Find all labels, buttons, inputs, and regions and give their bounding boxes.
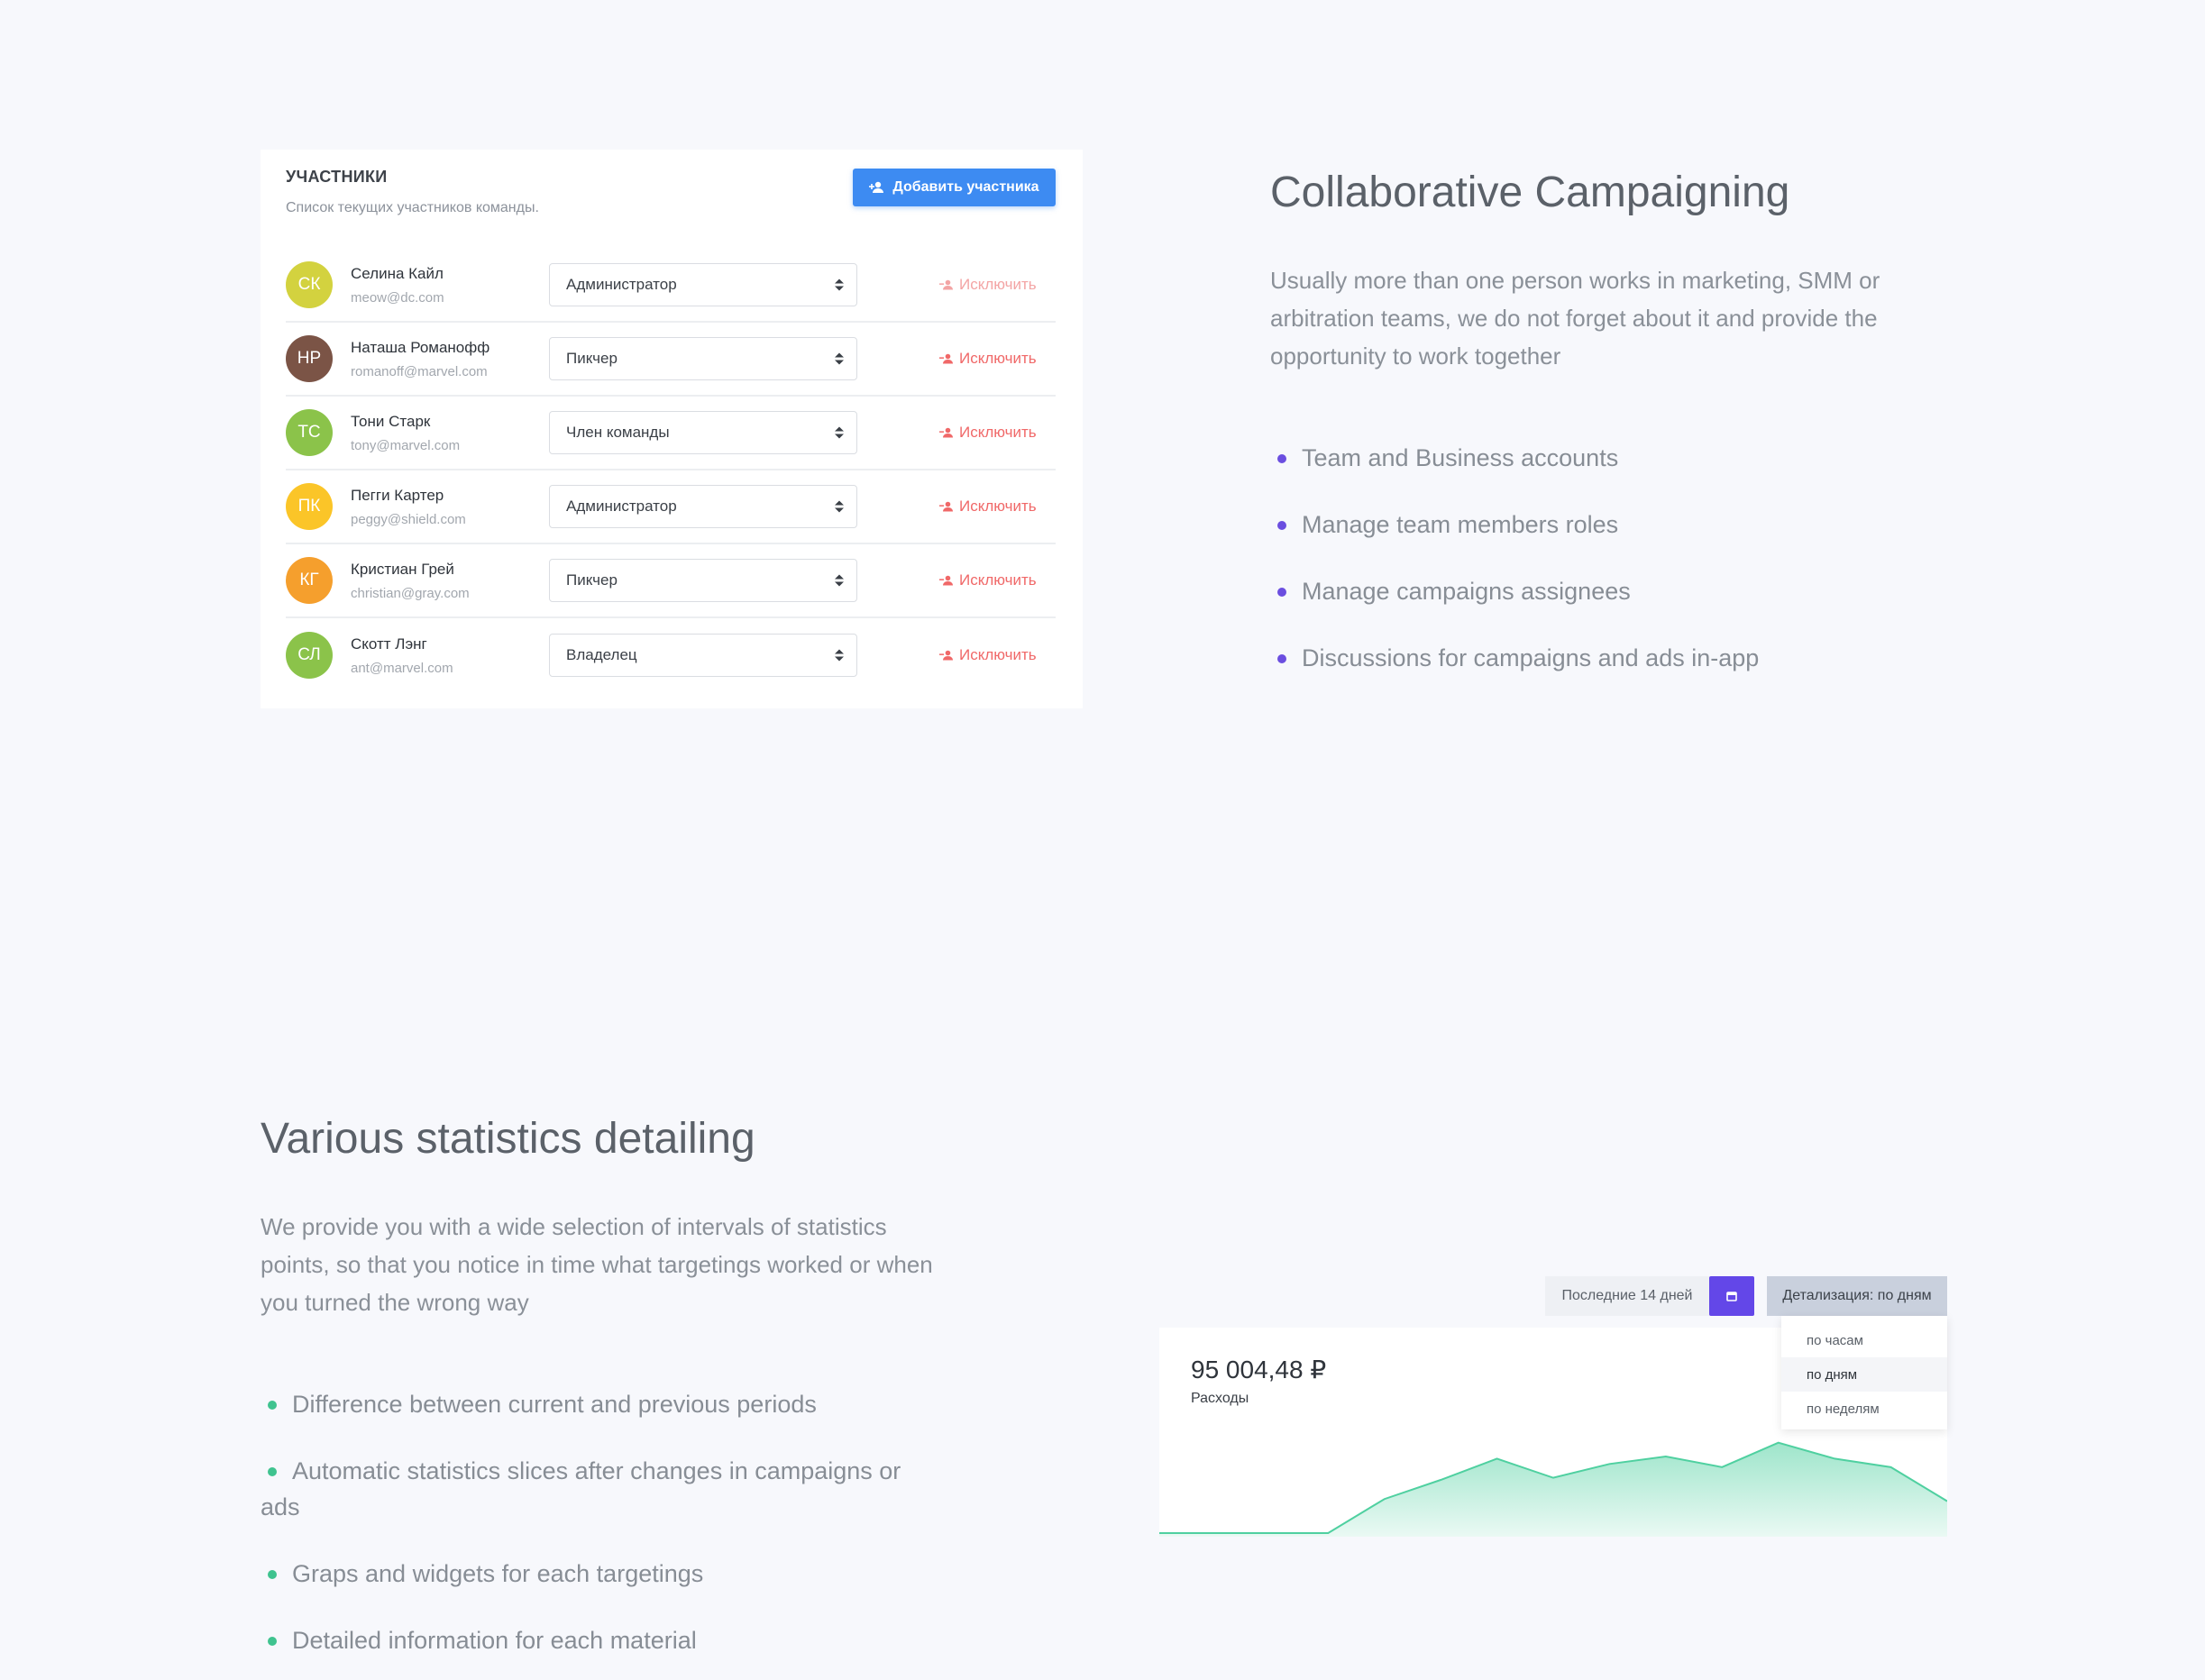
member-name: Кристиан Грей [351,560,454,578]
avatar: СК [286,261,333,308]
role-select-value: Пикчер [566,350,618,367]
member-email: meow@dc.com [351,289,444,306]
role-select[interactable]: Пикчер [549,559,857,602]
spend-caption: Расходы [1191,1391,1249,1406]
remove-member-label: Исключить [959,498,1037,515]
member-name: Селина Кайл [351,264,444,282]
member-row: ТС Тони Старк tony@marvel.com Член коман… [286,397,1056,470]
stats-title: Various statistics detailing [261,1115,755,1163]
member-info: Наташа Романофф romanoff@marvel.com [351,339,549,379]
members-title: УЧАСТНИКИ [286,168,388,186]
member-row: ПК Пегги Картер peggy@shield.com Админис… [286,470,1056,544]
member-info: Тони Старк tony@marvel.com [351,413,549,453]
member-name: Скотт Лэнг [351,635,427,653]
role-select[interactable]: Пикчер [549,337,857,380]
collab-feature-item: Team and Business accounts [1270,440,1955,476]
calendar-icon [1726,1292,1737,1301]
member-email: christian@gray.com [351,585,470,601]
role-select-value: Администратор [566,276,677,293]
role-select[interactable]: Администратор [549,263,857,306]
members-subtitle: Список текущих участников команды. [286,200,539,215]
spend-value: 95 004,48 ₽ [1191,1356,1327,1383]
role-select-value: Администратор [566,498,677,515]
member-row: КГ Кристиан Грей christian@gray.com Пикч… [286,544,1056,618]
stats-feature-item: Automatic statistics slices after change… [261,1453,946,1525]
remove-user-icon [939,427,953,438]
avatar: НР [286,335,333,382]
member-name: Наташа Романофф [351,338,490,356]
role-select-value: Член команды [566,424,670,441]
remove-member-button[interactable]: Исключить [939,276,1037,294]
detail-dropdown-menu: по часам по дням по неделям [1781,1316,1947,1429]
stats-feature-item: Detailed information for each material [261,1622,946,1658]
calendar-button[interactable] [1709,1276,1754,1316]
role-select[interactable]: Член команды [549,411,857,454]
member-name: Пегги Картер [351,486,444,504]
select-arrows-icon [835,352,844,365]
member-row: СЛ Скотт Лэнг ant@marvel.com Владелец Ис… [286,618,1056,692]
members-list: СК Селина Кайл meow@dc.com Администратор… [286,249,1056,692]
remove-member-button[interactable]: Исключить [939,498,1037,516]
remove-user-icon [939,279,953,290]
role-select[interactable]: Администратор [549,485,857,528]
collab-description: Usually more than one person works in ma… [1270,267,1880,370]
member-email: peggy@shield.com [351,511,466,527]
member-name: Тони Старк [351,412,431,430]
add-user-icon [869,181,884,193]
dropdown-option-weeks[interactable]: по неделям [1781,1392,1947,1426]
dropdown-option-days[interactable]: по дням [1781,1357,1947,1392]
member-info: Пегги Картер peggy@shield.com [351,487,549,527]
add-member-label: Добавить участника [892,179,1039,195]
member-info: Селина Кайл meow@dc.com [351,265,549,306]
remove-user-icon [939,575,953,586]
stats-feature-list: Difference between current and previous … [261,1386,946,1680]
remove-member-button[interactable]: Исключить [939,646,1037,664]
collab-feature-item: Discussions for campaigns and ads in-app [1270,640,1955,676]
remove-member-button[interactable]: Исключить [939,424,1037,442]
stats-description: We provide you with a wide selection of … [261,1213,933,1316]
stats-feature-item: Graps and widgets for each targetings [261,1556,946,1592]
remove-user-icon [939,353,953,364]
remove-member-label: Исключить [959,571,1037,589]
period-picker[interactable]: Последние 14 дней [1545,1276,1709,1316]
member-info: Кристиан Грей christian@gray.com [351,561,549,601]
remove-user-icon [939,650,953,661]
collab-feature-list: Team and Business accounts Manage team m… [1270,440,1955,707]
add-member-button[interactable]: Добавить участника [853,169,1056,206]
select-arrows-icon [835,426,844,439]
collab-feature-item: Manage campaigns assignees [1270,573,1955,609]
member-email: tony@marvel.com [351,437,461,453]
avatar: ПК [286,483,333,530]
avatar: КГ [286,557,333,604]
member-email: romanoff@marvel.com [351,363,488,379]
role-select-value: Пикчер [566,571,618,589]
collab-title: Collaborative Campaigning [1270,169,1790,216]
remove-member-label: Исключить [959,646,1037,663]
select-arrows-icon [835,649,844,662]
detail-dropdown-button[interactable]: Детализация: по дням [1767,1276,1947,1316]
avatar: ТС [286,409,333,456]
dropdown-option-hours[interactable]: по часам [1781,1323,1947,1357]
collab-feature-item: Manage team members roles [1270,507,1955,543]
member-email: ant@marvel.com [351,660,453,676]
select-arrows-icon [835,500,844,513]
role-select[interactable]: Владелец [549,634,857,677]
member-row: НР Наташа Романофф romanoff@marvel.com П… [286,323,1056,397]
remove-member-button[interactable]: Исключить [939,571,1037,589]
remove-member-label: Исключить [959,276,1037,293]
select-arrows-icon [835,574,844,587]
member-info: Скотт Лэнг ant@marvel.com [351,635,549,676]
remove-member-button[interactable]: Исключить [939,350,1037,368]
member-row: СК Селина Кайл meow@dc.com Администратор… [286,249,1056,323]
members-card: УЧАСТНИКИ Список текущих участников кома… [261,150,1083,708]
select-arrows-icon [835,278,844,291]
stats-feature-item: Difference between current and previous … [261,1386,946,1422]
remove-member-label: Исключить [959,350,1037,367]
remove-member-label: Исключить [959,424,1037,441]
remove-user-icon [939,501,953,512]
avatar: СЛ [286,632,333,679]
role-select-value: Владелец [566,646,637,663]
